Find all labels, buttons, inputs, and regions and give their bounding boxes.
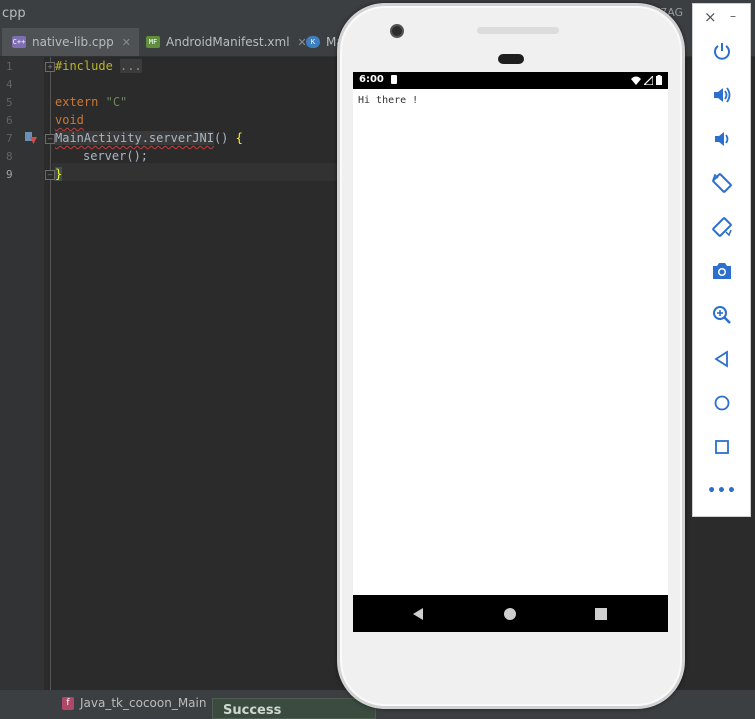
volume-up-button[interactable] [710, 83, 734, 107]
speaker-grille [477, 27, 559, 34]
overview-button[interactable] [710, 435, 734, 459]
run-config-item[interactable]: f Java_tk_cocoon_Main [62, 696, 206, 710]
front-camera [390, 24, 404, 38]
volume-down-button[interactable] [710, 127, 734, 151]
screenshot-button[interactable] [710, 259, 734, 283]
code-line-void[interactable]: void [55, 113, 84, 127]
app-hello-text: Hi there ! [358, 95, 419, 106]
home-circle-icon [504, 608, 516, 620]
line-number-current: 9 [6, 168, 13, 181]
line-number: 5 [6, 96, 13, 109]
volume-down-icon [715, 132, 729, 146]
back-icon [714, 350, 728, 368]
android-nav-bar [353, 595, 668, 632]
run-config-label: Java_tk_cocoon_Main [80, 696, 207, 710]
power-icon [714, 43, 730, 60]
more-icon: ••• [707, 483, 737, 499]
function-name: MainActivity.serverJNI [55, 131, 214, 145]
nav-back-button[interactable] [409, 605, 427, 623]
battery-icon [656, 75, 662, 85]
minimize-emulator-button[interactable]: – [730, 9, 736, 23]
zoom-icon [713, 306, 731, 324]
open-brace: { [235, 131, 243, 145]
status-time: 6:00 [359, 74, 384, 85]
device-screen[interactable]: 6:00 Hi there ! [353, 72, 668, 632]
extern-string: "C" [105, 95, 128, 109]
code-line-close[interactable]: } [55, 167, 63, 181]
line-number: 7 [6, 132, 13, 145]
current-line-highlight [52, 163, 342, 181]
success-toast: Success [212, 698, 376, 719]
line-number: 1 [6, 60, 13, 73]
code-line-include[interactable]: #include ... [55, 59, 142, 73]
code-line-extern[interactable]: extern "C" [55, 95, 127, 109]
void-keyword: void [55, 113, 84, 127]
gutter-divider [50, 57, 51, 690]
function-icon: f [62, 696, 74, 710]
extern-keyword: extern [55, 95, 99, 109]
camera-icon [713, 263, 731, 279]
line-number: 4 [6, 78, 13, 91]
tab-android-manifest[interactable]: MF AndroidManifest.xml ✕ [138, 28, 315, 56]
line-number: 6 [6, 114, 13, 127]
volume-up-icon [714, 87, 731, 103]
fold-collapse-icon[interactable]: − [45, 134, 55, 144]
signal-icon [644, 75, 653, 85]
status-icons [631, 75, 662, 85]
more-button[interactable]: ••• [707, 479, 737, 503]
tab-label: AndroidManifest.xml [166, 35, 290, 49]
back-button[interactable] [710, 347, 734, 371]
nav-home-button[interactable] [501, 605, 519, 623]
nav-overview-button[interactable] [592, 605, 610, 623]
tab-label: native-lib.cpp [32, 35, 114, 49]
fold-expand-icon[interactable]: + [45, 62, 55, 72]
close-emulator-button[interactable]: × [704, 8, 717, 26]
sd-card-icon [391, 75, 397, 84]
manifest-file-icon: MF [146, 36, 160, 48]
power-button[interactable] [710, 39, 734, 63]
code-line-call[interactable]: server(); [83, 149, 148, 163]
project-path: cpp [2, 6, 26, 21]
back-triangle-icon [413, 608, 423, 620]
overview-icon [715, 440, 729, 454]
jni-navigation-icon[interactable] [24, 131, 38, 145]
rotate-left-icon [712, 173, 732, 193]
wifi-icon [631, 76, 641, 85]
function-parens: () [213, 131, 229, 145]
home-icon [714, 395, 730, 411]
line-number: 8 [6, 150, 13, 163]
code-line-signature[interactable]: MainActivity.serverJNI() { [55, 131, 243, 145]
earpiece [498, 54, 524, 64]
include-keyword: #include [55, 59, 113, 73]
tab-native-lib[interactable]: C++ native-lib.cpp ✕ [2, 28, 139, 56]
android-status-bar: 6:00 [353, 72, 668, 89]
overview-square-icon [595, 608, 607, 620]
kotlin-file-icon: K [306, 36, 320, 48]
close-icon[interactable]: ✕ [122, 36, 131, 49]
fold-end-icon[interactable]: − [45, 170, 55, 180]
rotate-right-icon [712, 217, 732, 237]
zoom-button[interactable] [710, 303, 734, 327]
server-call: server(); [83, 149, 149, 163]
rotate-left-button[interactable] [710, 171, 734, 195]
folded-region[interactable]: ... [120, 59, 142, 73]
rotate-right-button[interactable] [710, 215, 734, 239]
emulator-toolbar: × – ••• [692, 3, 751, 517]
cpp-file-icon: C++ [12, 36, 26, 48]
close-brace: } [55, 167, 63, 181]
home-button[interactable] [710, 391, 734, 415]
